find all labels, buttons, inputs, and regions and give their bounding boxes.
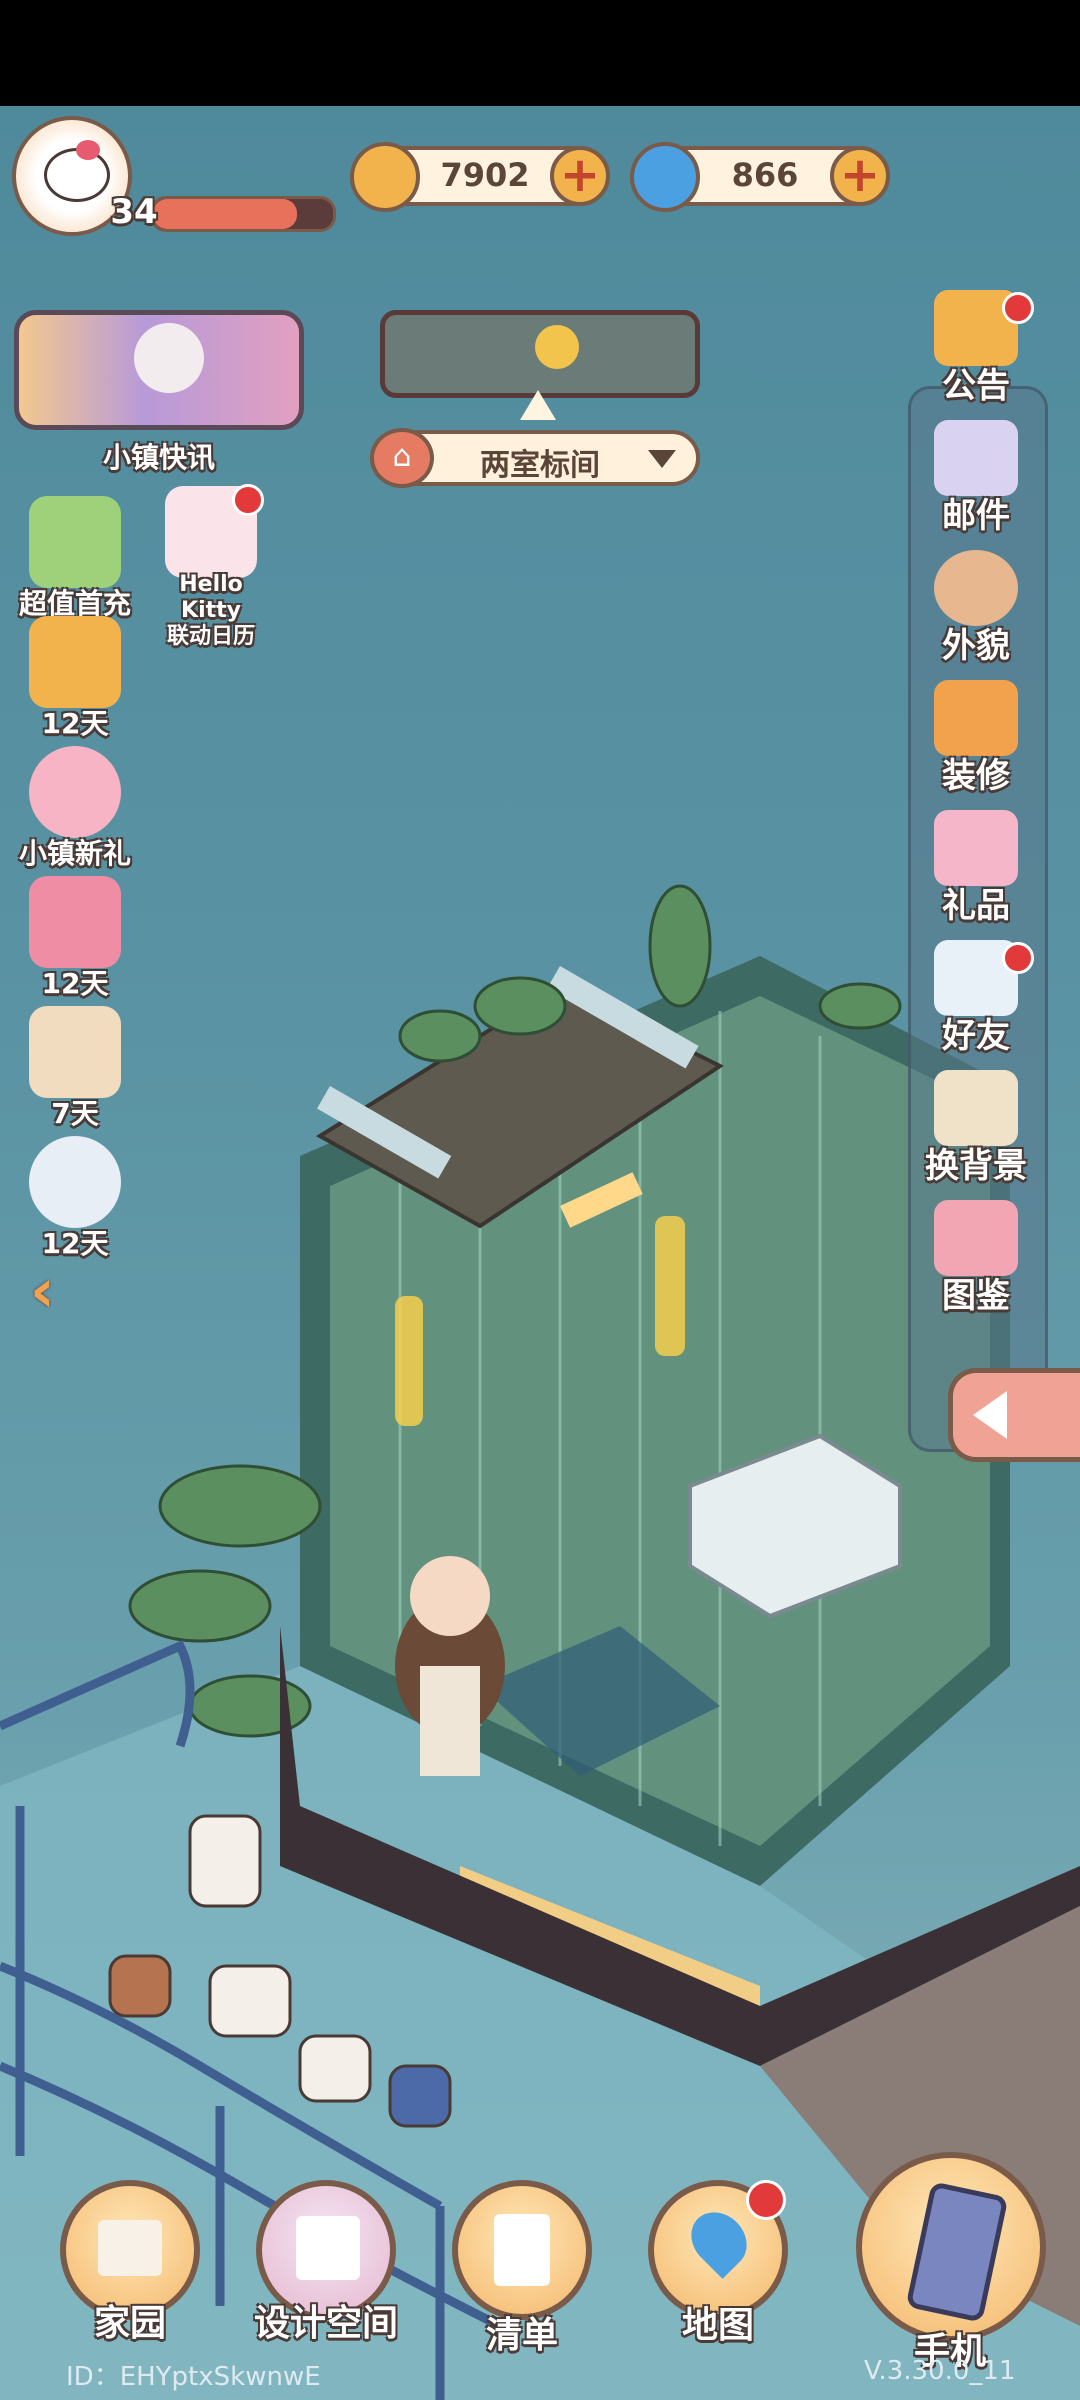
moon-icon [535, 325, 579, 369]
collapse-left-menu-icon[interactable]: ‹ [30, 1256, 55, 1326]
time-pointer-icon [520, 390, 556, 420]
add-coins-button[interactable]: + [550, 146, 610, 206]
friends-button[interactable]: 好友 [906, 936, 1046, 1062]
rose-icon [29, 746, 121, 838]
coin-counter[interactable]: 7902 + [350, 142, 610, 212]
gem-counter[interactable]: 866 + [630, 142, 890, 212]
news-label: 小镇快讯 [102, 441, 215, 474]
bow-icon [76, 140, 100, 160]
news-banner[interactable] [14, 310, 304, 430]
checklist-icon [494, 2214, 550, 2286]
chevron-down-icon [648, 450, 676, 468]
notification-dot [232, 484, 264, 516]
event-timer-1: 12天 [41, 707, 109, 740]
appearance-label: 外貌 [942, 626, 1010, 666]
gift-button[interactable]: 礼品 [906, 806, 1046, 932]
list-button[interactable] [452, 2180, 592, 2320]
character-portrait-icon [134, 323, 204, 393]
map-pin-icon [680, 2201, 758, 2279]
bow-gift-icon [29, 876, 121, 968]
list-label: 清单 [485, 2315, 558, 2356]
coin-icon [350, 142, 420, 212]
home-label: 家园 [93, 2303, 166, 2344]
house-icon [98, 2220, 162, 2276]
house-wrench-icon [934, 680, 1018, 756]
exp-bar [150, 196, 336, 232]
image-file-icon [934, 1070, 1018, 1146]
catalog-button[interactable]: 图鉴 [906, 1196, 1046, 1322]
mail-label: 邮件 [942, 496, 1010, 536]
envelope-icon [934, 420, 1018, 496]
book-icon [934, 1200, 1018, 1276]
town-gift-label: 小镇新礼 [18, 837, 131, 870]
map-label: 地图 [681, 2305, 754, 2346]
appearance-button[interactable]: 外貌 [906, 546, 1046, 672]
room-name: 两室标间 [480, 448, 600, 483]
event-button-1[interactable]: 12天 [10, 616, 140, 742]
letter-icon [29, 1006, 121, 1098]
status-bar [0, 0, 1080, 106]
level-badge: 34 [110, 192, 158, 232]
event-button-3[interactable]: 7天 [10, 1006, 140, 1132]
decorate-label: 装修 [942, 756, 1010, 796]
version-label: V.3.30.0_11 [864, 2356, 1016, 2386]
game-scene[interactable]: 34 7902 + 866 + 小镇快讯 ⌂ 两室标间 超值首充 Hello K… [0, 106, 1080, 2400]
coin-value: 7902 [440, 156, 530, 194]
friends-label: 好友 [942, 1016, 1010, 1056]
gem-value: 866 [731, 156, 799, 194]
goggles-icon [29, 1136, 121, 1228]
gift-label: 礼品 [942, 886, 1010, 926]
swirl-gem-icon [630, 142, 700, 212]
first-recharge-button[interactable]: 超值首充 [10, 496, 140, 622]
exp-bar-fill [153, 199, 297, 229]
smartphone-icon [905, 2181, 1009, 2323]
expand-panel-button[interactable] [948, 1368, 1080, 1462]
notification-dot [1002, 292, 1034, 324]
sketchbook-icon [296, 2216, 360, 2280]
face-icon [934, 550, 1018, 626]
phone-button[interactable] [856, 2152, 1046, 2342]
change-background-button[interactable]: 换背景 [906, 1066, 1046, 1192]
event-button-4[interactable]: 12天 [10, 1136, 140, 1262]
event-button-2[interactable]: 12天 [10, 876, 140, 1002]
catalog-label: 图鉴 [942, 1276, 1010, 1316]
notification-dot [1002, 942, 1034, 974]
event-timer-2: 12天 [41, 967, 109, 1000]
event-timer-3: 7天 [51, 1097, 99, 1130]
fox-icon [29, 616, 121, 708]
notification-dot [746, 2180, 786, 2220]
hello-kitty-icon [44, 148, 110, 202]
add-gems-button[interactable]: + [830, 146, 890, 206]
decorate-button[interactable]: 装修 [906, 676, 1046, 802]
day-night-indicator[interactable] [380, 310, 700, 398]
gift-box-icon [934, 810, 1018, 886]
calendar-label: Hello Kitty 联动日历 [166, 572, 255, 649]
announcement-button[interactable]: 公告 [906, 286, 1046, 412]
town-gift-button[interactable]: 小镇新礼 [10, 746, 140, 872]
house-icon: ⌂ [370, 428, 434, 488]
mail-button[interactable]: 邮件 [906, 416, 1046, 542]
player-id: ID：EHYptxSkwnwE [66, 2362, 321, 2392]
hello-kitty-calendar-button[interactable]: Hello Kitty 联动日历 [146, 484, 276, 650]
arrow-left-icon [973, 1391, 1007, 1439]
change-background-label: 换背景 [925, 1146, 1027, 1186]
design-space-label: 设计空间 [253, 2303, 398, 2344]
room-selector[interactable]: ⌂ 两室标间 [370, 428, 700, 488]
gift-box-icon [29, 496, 121, 588]
announcement-label: 公告 [942, 366, 1010, 406]
